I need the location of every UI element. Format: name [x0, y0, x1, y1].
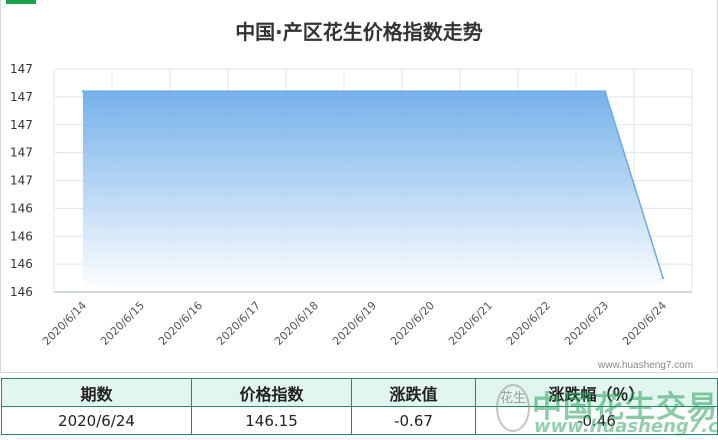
x-tick-label: 2020/6/17 [214, 299, 263, 348]
x-tick-label: 2020/6/23 [562, 299, 611, 348]
x-tick-label: 2020/6/20 [388, 299, 437, 348]
y-tick-label: 147 [10, 146, 33, 160]
x-tick-label: 2020/6/16 [156, 299, 205, 348]
x-tick-label: 2020/6/24 [620, 299, 669, 348]
data-point [313, 90, 317, 93]
data-point [197, 90, 201, 93]
cell-change-value: -0.67 [351, 406, 476, 435]
cell-change-percent: -0.46 [475, 406, 718, 435]
header-period: 期数 [1, 378, 192, 407]
data-point [487, 90, 491, 93]
y-tick-label: 146 [10, 257, 33, 271]
data-point [603, 90, 607, 93]
y-tick-label: 146 [10, 229, 33, 243]
header-change-percent: 涨跌幅（％） [475, 378, 718, 407]
x-tick-label: 2020/6/14 [40, 299, 89, 348]
x-tick-label: 2020/6/15 [98, 299, 147, 348]
data-point [661, 276, 665, 280]
summary-data-row: 2020/6/24 146.15 -0.67 -0.46 [1, 406, 718, 435]
area-series [81, 90, 665, 292]
data-point [371, 90, 375, 93]
data-point [255, 90, 259, 93]
data-point [429, 90, 433, 93]
y-tick-label: 147 [10, 90, 33, 104]
data-point [81, 90, 85, 93]
x-tick-label: 2020/6/22 [504, 299, 553, 348]
data-point [545, 90, 549, 93]
y-tick-label: 147 [10, 62, 33, 76]
x-tick-label: 2020/6/21 [446, 299, 495, 348]
y-tick-label: 147 [10, 118, 33, 132]
y-tick-label: 146 [10, 201, 33, 215]
price-index-chart: 1471471471471471461461461462020/6/14 2020… [10, 62, 693, 348]
cell-period: 2020/6/24 [1, 406, 192, 435]
x-tick-label: 2020/6/19 [330, 299, 379, 348]
area-fill [83, 91, 663, 292]
y-tick-label: 147 [10, 174, 33, 188]
summary-table: 期数 价格指数 涨跌值 涨跌幅（％） 2020/6/24 146.15 -0.6… [1, 378, 718, 435]
header-price-index: 价格指数 [191, 378, 352, 407]
cell-price-index: 146.15 [191, 406, 352, 435]
summary-header-row: 期数 价格指数 涨跌值 涨跌幅（％） [1, 378, 718, 407]
header-change-value: 涨跌值 [351, 378, 476, 407]
x-tick-label: 2020/6/18 [272, 299, 321, 348]
y-tick-label: 146 [10, 285, 33, 299]
source-url-text: www.huasheng7.com [598, 360, 694, 371]
data-point [139, 90, 143, 93]
